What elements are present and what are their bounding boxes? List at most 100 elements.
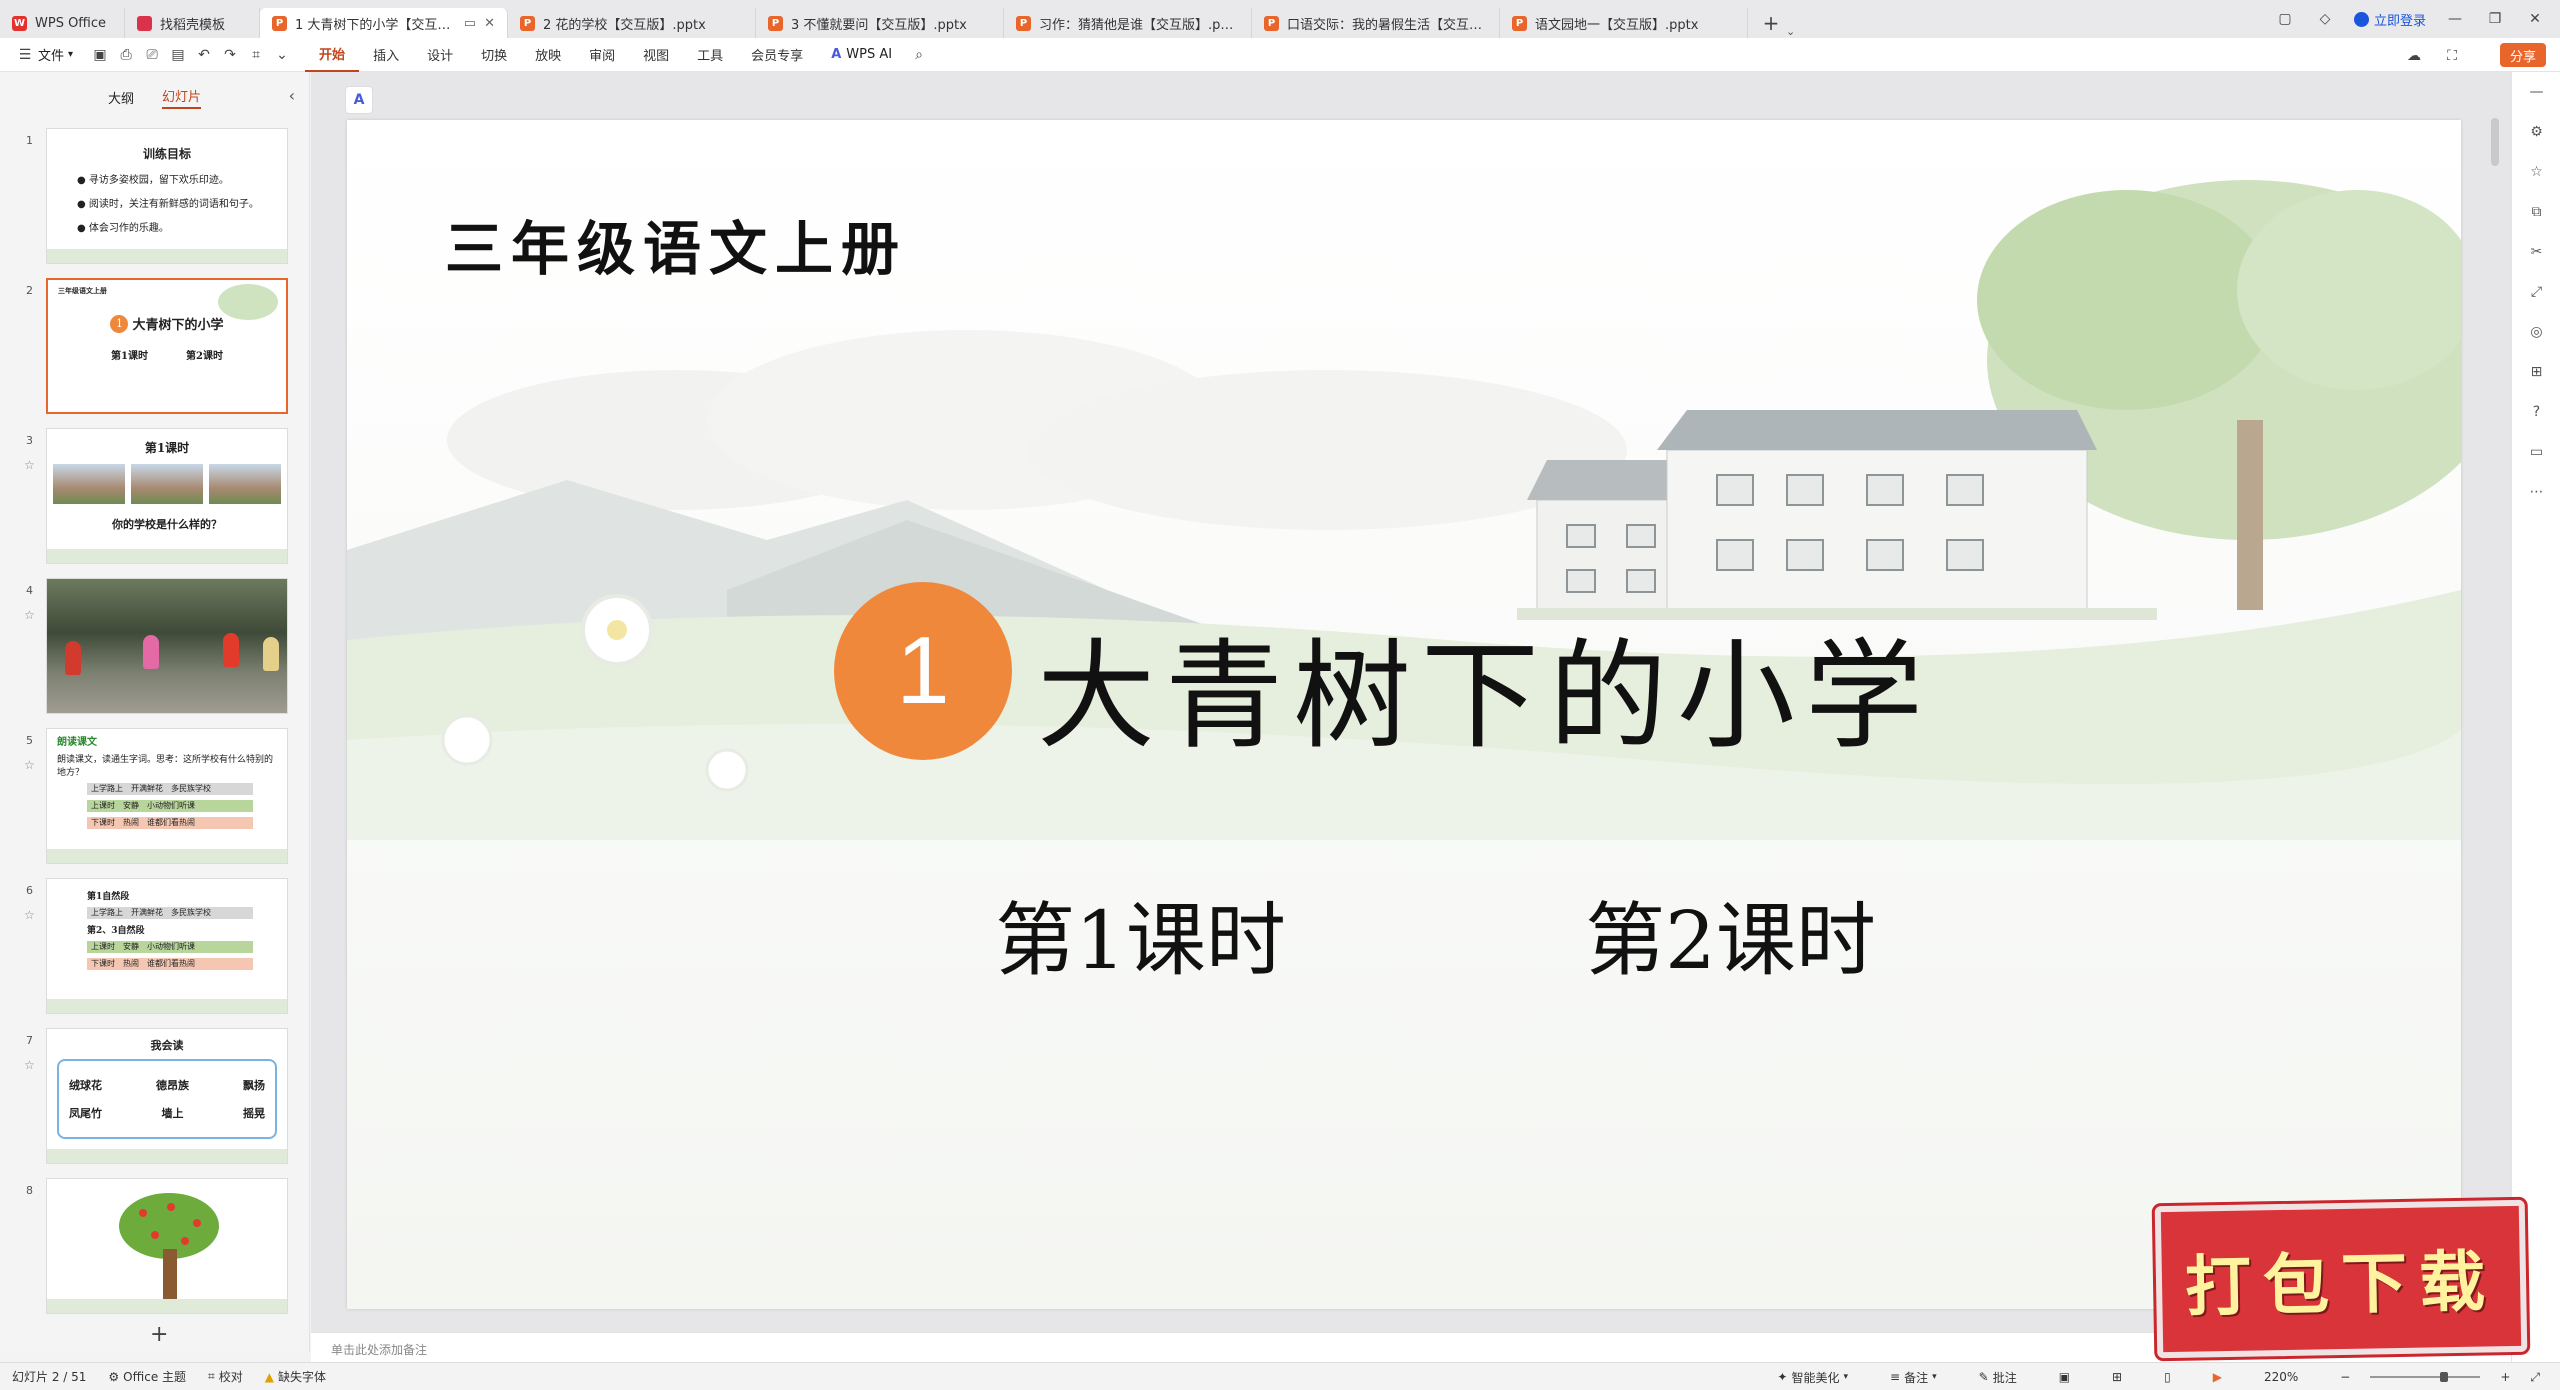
transform-icon[interactable]: ⤢ xyxy=(2512,272,2560,312)
tab-list-chevron-icon[interactable]: ⌄ xyxy=(1786,25,1795,38)
reading-view-icon[interactable]: ▯ xyxy=(2164,1370,2171,1384)
tab-view[interactable]: 视图 xyxy=(629,38,683,72)
tab-tools[interactable]: 工具 xyxy=(683,38,737,72)
zoom-out-icon[interactable]: − xyxy=(2340,1370,2350,1384)
tab-insert[interactable]: 插入 xyxy=(359,38,413,72)
slide-preview[interactable]: 我会读 绒球花 德昂族 飘扬 凤尾竹 墙上 摇晃 xyxy=(46,1028,288,1164)
tab-wps-office[interactable]: W WPS Office xyxy=(0,8,125,38)
more-icon[interactable]: ⋯ xyxy=(2512,472,2560,512)
undo-icon[interactable]: ↶ xyxy=(191,42,217,68)
proofing-button[interactable]: ⌗ 校对 xyxy=(208,1368,243,1385)
tab-transitions[interactable]: 切换 xyxy=(467,38,521,72)
slide-subject-heading[interactable]: 三年级语文上册 xyxy=(445,202,907,286)
wps-ai-button[interactable]: A WPS AI xyxy=(817,47,906,62)
share-button[interactable]: 分享 xyxy=(2499,43,2546,67)
missing-font-warning[interactable]: ▲ 缺失字体 xyxy=(265,1368,326,1385)
save-icon[interactable]: ▣ xyxy=(87,42,113,68)
tab-document-6[interactable]: P 语文园地一【交互版】.pptx xyxy=(1500,8,1748,38)
lesson-2-link[interactable]: 第2课时 xyxy=(1585,876,1876,992)
slide-preview[interactable]: 三年级语文上册 1 大青树下的小学 第1课时 第2课时 xyxy=(46,278,288,414)
tab-find-templates[interactable]: 找稻壳模板 xyxy=(125,8,260,38)
slide-thumbnail-8[interactable]: 8 xyxy=(0,1178,300,1318)
collaborate-icon[interactable]: ⛶ xyxy=(2439,43,2465,69)
animation-icon[interactable]: ◎ xyxy=(2512,312,2560,352)
monitor-icon[interactable]: ▭ xyxy=(464,16,476,31)
slide-thumbnail-5[interactable]: 5 ☆ 朗读课文 朗读课文，读通生字词。思考：这所学校有什么特别的地方？ 上学路… xyxy=(0,728,300,868)
comments-toggle[interactable]: ✎ 批注 xyxy=(1979,1369,2017,1386)
add-slide-plus-icon[interactable]: + xyxy=(150,1322,168,1347)
collapse-panel-icon[interactable]: ‹ xyxy=(289,86,295,105)
lesson-number-badge[interactable]: 1 xyxy=(834,582,1012,760)
star-icon[interactable]: ☆ xyxy=(24,458,35,472)
slide-preview[interactable]: 第1自然段 上学路上 开满鲜花 多民族学校 第2、3自然段 上课时 安静 小动物… xyxy=(46,878,288,1014)
cloud-sync-icon[interactable]: ☁ xyxy=(2401,43,2427,69)
export-pdf-icon[interactable]: ⎙ xyxy=(113,42,139,68)
smart-beautify-button[interactable]: ✦ 智能美化 ▾ xyxy=(1777,1369,1848,1386)
slide-preview[interactable]: 朗读课文 朗读课文，读通生字词。思考：这所学校有什么特别的地方？ 上学路上 开满… xyxy=(46,728,288,864)
theme-indicator[interactable]: ⚙ Office 主题 xyxy=(108,1368,186,1385)
zoom-slider[interactable] xyxy=(2370,1372,2481,1382)
format-painter-icon[interactable]: ⌗ xyxy=(243,42,269,68)
close-icon[interactable]: ✕ xyxy=(484,16,495,31)
slide-thumbnail-2[interactable]: 2 三年级语文上册 1 大青树下的小学 第1课时 第2课时 xyxy=(0,278,300,418)
notes-toggle[interactable]: ≡ 备注 ▾ xyxy=(1890,1369,1937,1386)
tab-membership[interactable]: 会员专享 xyxy=(737,38,817,72)
tab-document-5[interactable]: P 口语交际：我的暑假生活【交互版】.p xyxy=(1252,8,1500,38)
zoom-in-icon[interactable]: + xyxy=(2500,1370,2510,1384)
copy-icon[interactable]: ⧉ xyxy=(2512,192,2560,232)
tab-document-4[interactable]: P 习作：猜猜他是谁【交互版】.pptx xyxy=(1004,8,1252,38)
lesson-1-link[interactable]: 第1课时 xyxy=(995,876,1286,992)
package-download-stamp[interactable]: 打包下载 xyxy=(2151,1196,2531,1362)
print-icon[interactable]: ⎚ xyxy=(139,42,165,68)
tools-icon[interactable]: ✂ xyxy=(2512,232,2560,272)
search-icon[interactable]: ⌕ xyxy=(906,42,932,68)
fit-window-icon[interactable]: ⤢ xyxy=(2530,1370,2540,1385)
comment-icon[interactable]: ▭ xyxy=(2512,432,2560,472)
slide-preview[interactable]: 第1课时 你的学校是什么样的？ xyxy=(46,428,288,564)
star-icon[interactable]: ☆ xyxy=(24,908,35,922)
zoom-level[interactable]: 220% xyxy=(2264,1370,2298,1384)
preview-icon[interactable]: ▤ xyxy=(165,42,191,68)
tab-review[interactable]: 审阅 xyxy=(575,38,629,72)
login-button[interactable]: 立即登录 xyxy=(2353,10,2426,29)
slide-thumbnail-7[interactable]: 7 ☆ 我会读 绒球花 德昂族 飘扬 凤尾竹 墙上 摇晃 xyxy=(0,1028,300,1168)
restore-icon[interactable]: ❐ xyxy=(2484,11,2506,27)
star-icon[interactable]: ☆ xyxy=(24,608,35,622)
slide-thumbnail-4[interactable]: 4 ☆ xyxy=(0,578,300,718)
tab-document-3[interactable]: P 3 不懂就要问【交互版】.pptx xyxy=(756,8,1004,38)
new-tab-plus-icon[interactable]: + xyxy=(1756,8,1786,38)
star-icon[interactable]: ☆ xyxy=(2512,152,2560,192)
star-icon[interactable]: ☆ xyxy=(24,758,35,772)
zoom-slider-knob[interactable] xyxy=(2440,1372,2449,1382)
slide-preview-photo[interactable] xyxy=(46,578,288,714)
collapse-icon[interactable]: — xyxy=(2512,72,2560,112)
sorter-view-icon[interactable]: ⊞ xyxy=(2112,1370,2122,1384)
wps-ai-float-icon[interactable]: A xyxy=(345,86,373,114)
tab-outline[interactable]: 大纲 xyxy=(108,88,134,107)
slide-preview[interactable] xyxy=(46,1178,288,1314)
tab-document-1[interactable]: P 1 大青树下的小学【交互版】 ▭ ✕ xyxy=(260,8,508,38)
tab-slideshow[interactable]: 放映 xyxy=(521,38,575,72)
properties-icon[interactable]: ⚙ xyxy=(2512,112,2560,152)
tab-design[interactable]: 设计 xyxy=(413,38,467,72)
layout-icon[interactable]: ▢ xyxy=(2274,11,2296,27)
close-window-icon[interactable]: ✕ xyxy=(2524,11,2546,27)
more-chevron-icon[interactable]: ⌄ xyxy=(269,42,295,68)
slide-thumbnail-3[interactable]: 3 ☆ 第1课时 你的学校是什么样的？ xyxy=(0,428,300,568)
play-slideshow-icon[interactable]: ▶ xyxy=(2213,1370,2222,1384)
slide-preview[interactable]: 训练目标 ● 寻访多姿校园，留下欢乐印迹。 ● 阅读时，关注有新鲜感的词语和句子… xyxy=(46,128,288,264)
bookmark-icon[interactable]: ⊞ xyxy=(2512,352,2560,392)
normal-view-icon[interactable]: ▣ xyxy=(2059,1370,2070,1384)
slide-title[interactable]: 大青树下的小学 xyxy=(1037,600,1933,771)
tab-home[interactable]: 开始 xyxy=(305,38,360,72)
tab-document-2[interactable]: P 2 花的学校【交互版】.pptx xyxy=(508,8,756,38)
star-icon[interactable]: ☆ xyxy=(24,1058,35,1072)
tab-slides[interactable]: 幻灯片 xyxy=(162,86,202,109)
minimize-icon[interactable]: — xyxy=(2444,11,2466,27)
vertical-scrollbar[interactable] xyxy=(2491,118,2499,166)
redo-icon[interactable]: ↷ xyxy=(217,42,243,68)
help-icon[interactable]: ? xyxy=(2512,392,2560,432)
cube-icon[interactable]: ◇ xyxy=(2314,11,2336,27)
slide-thumbnail-1[interactable]: 1 训练目标 ● 寻访多姿校园，留下欢乐印迹。 ● 阅读时，关注有新鲜感的词语和… xyxy=(0,128,300,268)
current-slide[interactable]: 三年级语文上册 1 大青树下的小学 第1课时 第2课时 xyxy=(347,120,2461,1309)
